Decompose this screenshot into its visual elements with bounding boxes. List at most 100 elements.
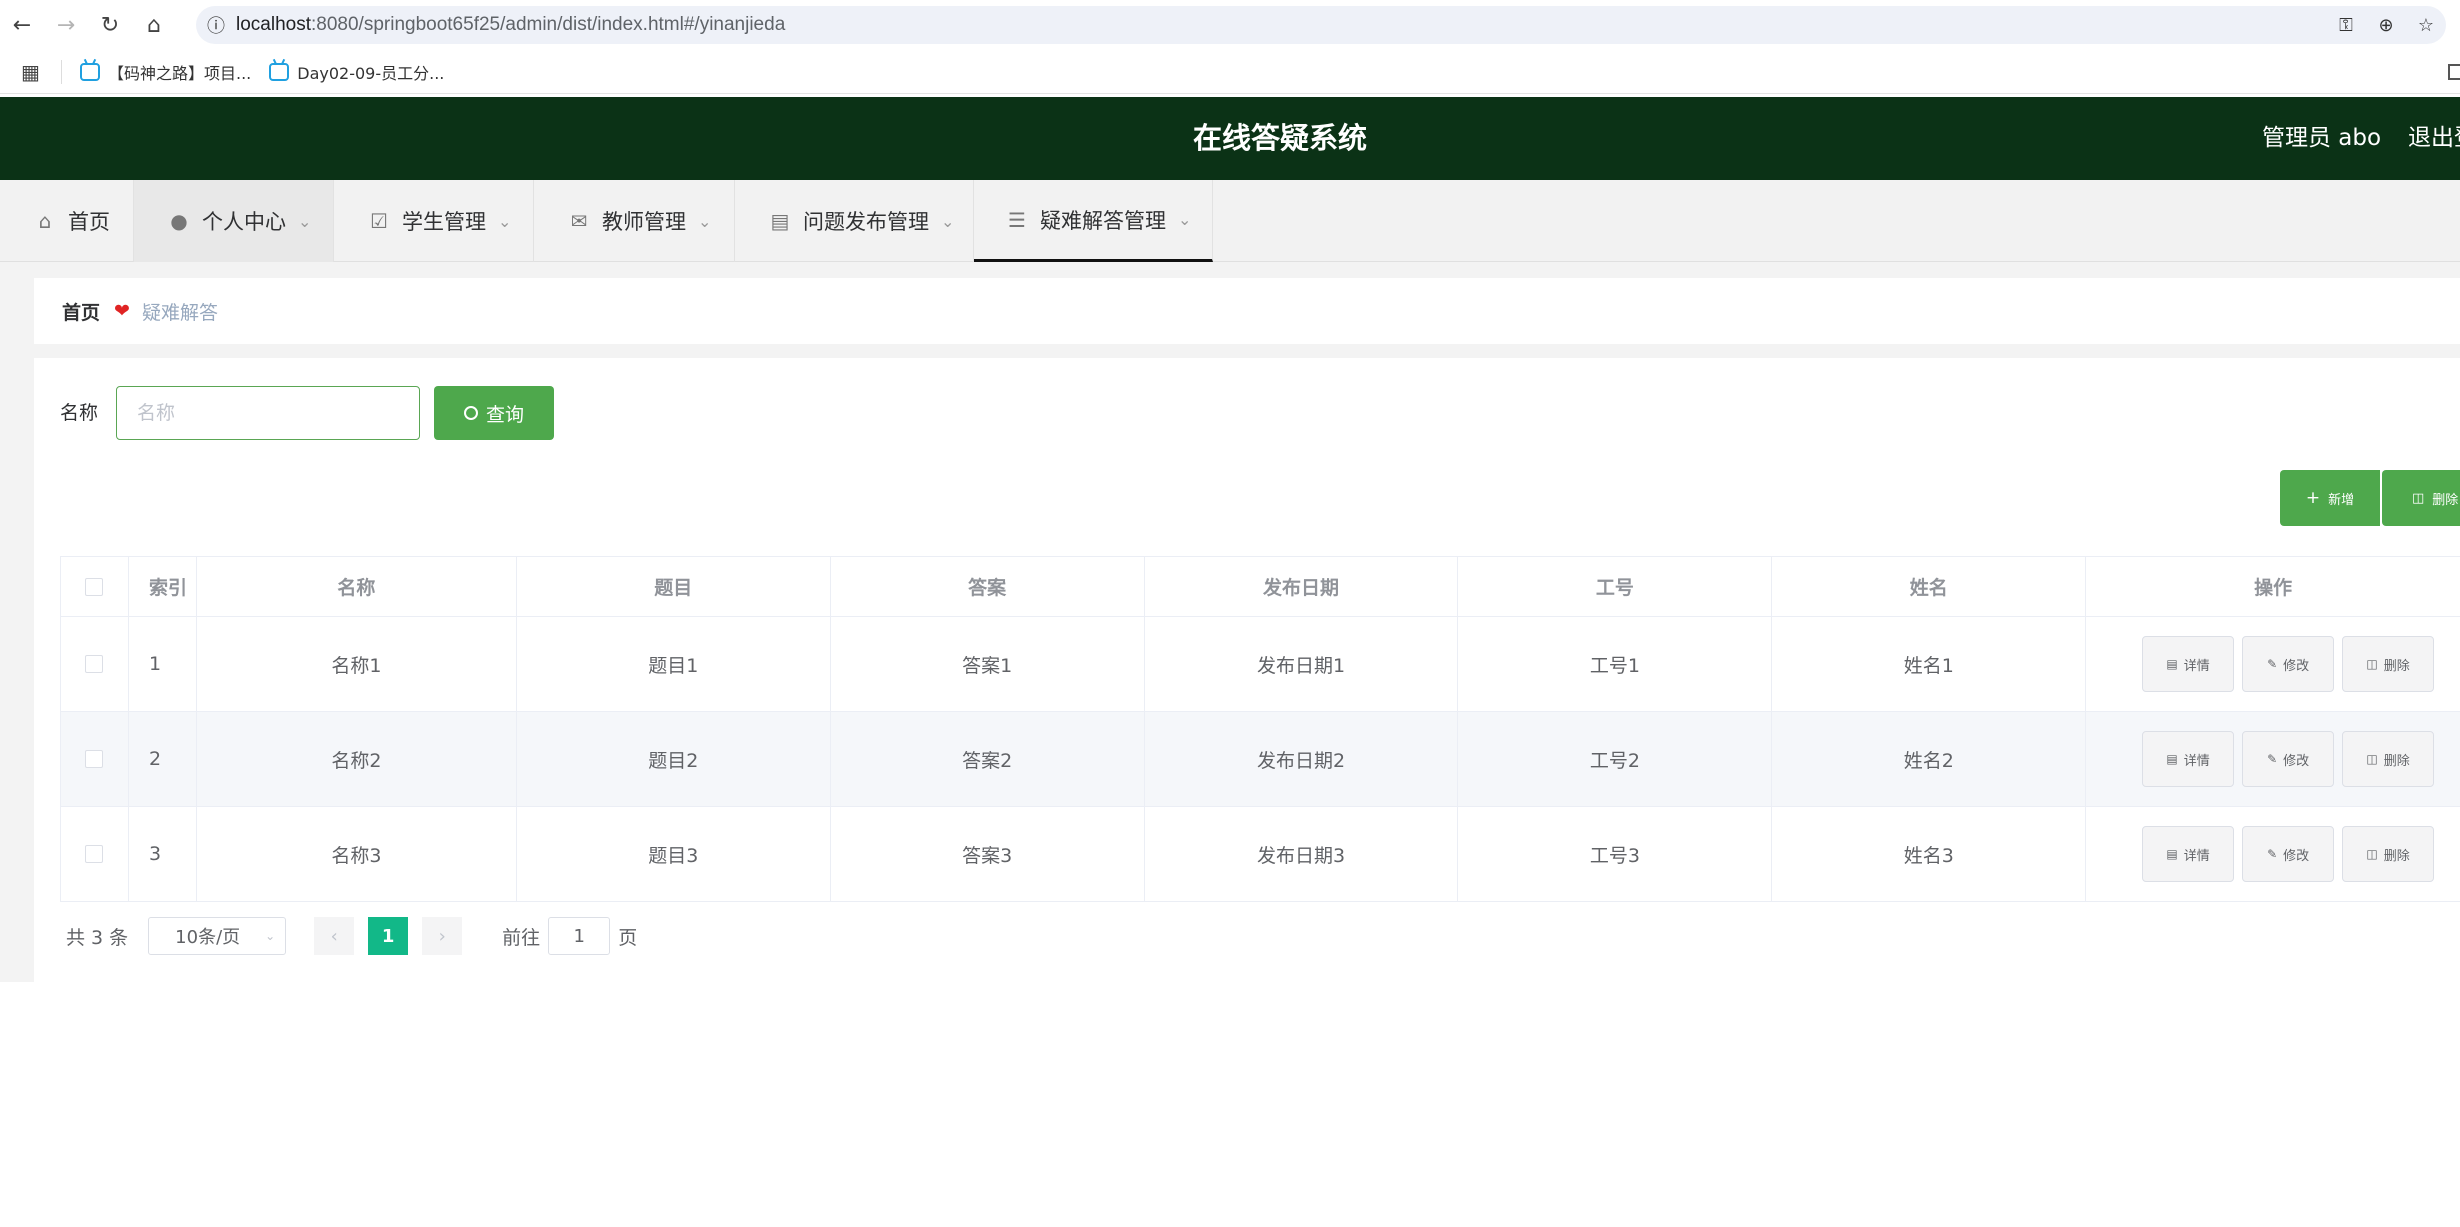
clipboard-icon: ☑ bbox=[370, 209, 388, 233]
edit-button[interactable]: ✎ 修改 bbox=[2242, 636, 2335, 692]
chevron-down-icon: ⌄ bbox=[298, 211, 312, 231]
cell-date: 发布日期3 bbox=[1145, 807, 1459, 901]
edit-button[interactable]: ✎ 修改 bbox=[2242, 731, 2335, 787]
menu-item-student-mgmt[interactable]: ☑ 学生管理 ⌄ bbox=[334, 180, 534, 262]
main-content: 名称 查询 + 新增 ◫ 删除 索引 名称 题目 答案 发布日期 工号 姓名 操… bbox=[34, 358, 2460, 984]
top-menu: ⌂ 首页 ● 个人中心 ⌄ ☑ 学生管理 ⌄ ✉ 教师管理 ⌄ ▤ 问题发布管理… bbox=[0, 180, 2460, 262]
bookmark-item[interactable]: 【码神之路】项目... bbox=[80, 60, 251, 84]
page-size-select[interactable]: 10条/页 ⌄ bbox=[148, 917, 287, 955]
column-header: 题目 bbox=[517, 557, 831, 616]
cell-question: 题目3 bbox=[517, 807, 831, 901]
select-all-checkbox[interactable] bbox=[85, 577, 104, 596]
column-header: 操作 bbox=[2254, 577, 2293, 599]
reload-icon[interactable]: ↻ bbox=[88, 0, 132, 50]
home-page-icon[interactable]: ⌂ bbox=[132, 0, 176, 50]
back-icon[interactable]: ← bbox=[0, 0, 44, 50]
row-checkbox[interactable] bbox=[85, 750, 104, 768]
all-bookmarks-folder-icon[interactable] bbox=[2448, 64, 2460, 80]
column-header: 索引 bbox=[129, 557, 197, 616]
column-header: 发布日期 bbox=[1145, 557, 1459, 616]
cell-name: 名称1 bbox=[197, 617, 517, 711]
zoom-icon[interactable]: ⊕ bbox=[2366, 15, 2406, 36]
column-header: 答案 bbox=[831, 557, 1145, 616]
batch-delete-button[interactable]: ◫ 删除 bbox=[2382, 470, 2460, 526]
search-input[interactable] bbox=[116, 386, 420, 440]
bookmarks-bar: ▦ 【码神之路】项目... Day02-09-员工分... bbox=[0, 50, 2460, 94]
document-icon: ▤ bbox=[2166, 657, 2178, 671]
plus-icon: + bbox=[2305, 488, 2321, 508]
cell-job-number: 工号2 bbox=[1458, 712, 1773, 806]
row-checkbox[interactable] bbox=[85, 845, 104, 863]
pencil-icon: ✎ bbox=[2267, 752, 2278, 766]
logout-button[interactable]: 退出登录 bbox=[2408, 97, 2460, 180]
next-page-button[interactable]: › bbox=[422, 917, 463, 955]
edit-button[interactable]: ✎ 修改 bbox=[2242, 826, 2335, 882]
delete-button[interactable]: ◫ 删除 bbox=[2342, 826, 2435, 882]
bookmark-item[interactable]: Day02-09-员工分... bbox=[269, 60, 444, 84]
address-bar[interactable]: ⓘ localhost:8080/springboot65f25/admin/d… bbox=[196, 6, 2446, 44]
column-header: 工号 bbox=[1458, 557, 1773, 616]
cell-job-number: 工号1 bbox=[1458, 617, 1773, 711]
app-title: 在线答疑系统 bbox=[1192, 121, 1367, 155]
breadcrumb-current: 疑难解答 bbox=[141, 301, 218, 324]
table-row: 1 名称1 题目1 答案1 发布日期1 工号1 姓名1 ▤ 详情 ✎ 修改 ◫ 删除 bbox=[61, 617, 2460, 712]
apps-grid-icon[interactable]: ▦ bbox=[0, 59, 62, 84]
total-count: 共 3 条 bbox=[66, 926, 129, 949]
goto-suffix: 页 bbox=[618, 926, 638, 949]
document-icon: ▤ bbox=[2166, 752, 2178, 766]
detail-button[interactable]: ▤ 详情 bbox=[2142, 731, 2235, 787]
menu-item-teacher-mgmt[interactable]: ✉ 教师管理 ⌄ bbox=[534, 180, 735, 262]
cell-person-name: 姓名2 bbox=[1772, 712, 2087, 806]
search-icon bbox=[463, 406, 478, 420]
detail-button[interactable]: ▤ 详情 bbox=[2142, 636, 2235, 692]
site-info-icon[interactable]: ⓘ bbox=[196, 12, 236, 38]
cell-index: 1 bbox=[129, 617, 197, 711]
menu-item-question-mgmt[interactable]: ▤ 问题发布管理 ⌄ bbox=[735, 180, 974, 262]
current-user: 管理员 abo bbox=[2262, 125, 2382, 151]
chevron-down-icon: ⌄ bbox=[265, 929, 276, 943]
cell-question: 题目2 bbox=[517, 712, 831, 806]
data-table: 索引 名称 题目 答案 发布日期 工号 姓名 操作 1 名称1 题目1 答案1 … bbox=[60, 556, 2460, 902]
chat-icon: ☰ bbox=[1008, 207, 1026, 232]
bilibili-icon bbox=[80, 62, 100, 81]
goto-label: 前往 bbox=[502, 926, 541, 949]
menu-item-personal-center[interactable]: ● 个人中心 ⌄ bbox=[134, 180, 334, 262]
trash-icon: ◫ bbox=[2412, 490, 2425, 506]
breadcrumb-home[interactable]: 首页 bbox=[62, 298, 100, 325]
add-button[interactable]: + 新增 bbox=[2280, 470, 2380, 526]
bookmark-star-icon[interactable]: ☆ bbox=[2406, 15, 2446, 36]
app-header: 在线答疑系统 管理员 abo 退出登录 bbox=[0, 97, 2460, 180]
cell-index: 2 bbox=[129, 712, 197, 806]
forward-icon[interactable]: → bbox=[44, 0, 88, 50]
cell-answer: 答案3 bbox=[831, 807, 1145, 901]
search-label: 名称 bbox=[60, 402, 99, 424]
row-checkbox[interactable] bbox=[85, 655, 104, 673]
mail-icon: ✉ bbox=[570, 209, 588, 233]
briefcase-icon: ▤ bbox=[770, 209, 790, 233]
page-number-current[interactable]: 1 bbox=[368, 917, 409, 955]
delete-button[interactable]: ◫ 删除 bbox=[2342, 636, 2435, 692]
browser-toolbar: ← → ↻ ⌂ ⓘ localhost:8080/springboot65f25… bbox=[0, 0, 2460, 50]
url-text[interactable]: localhost:8080/springboot65f25/admin/dis… bbox=[236, 14, 785, 36]
detail-button[interactable]: ▤ 详情 bbox=[2142, 826, 2235, 882]
cell-date: 发布日期1 bbox=[1145, 617, 1459, 711]
cell-answer: 答案2 bbox=[831, 712, 1145, 806]
menu-item-home[interactable]: ⌂ 首页 bbox=[0, 180, 134, 262]
cell-answer: 答案1 bbox=[831, 617, 1145, 711]
pencil-icon: ✎ bbox=[2267, 657, 2278, 671]
home-icon: ⌂ bbox=[38, 209, 52, 233]
user-icon: ● bbox=[170, 209, 188, 233]
menu-item-answer-mgmt[interactable]: ☰ 疑难解答管理 ⌄ bbox=[974, 180, 1213, 262]
cell-index: 3 bbox=[129, 807, 197, 901]
password-key-icon[interactable]: ⚿ bbox=[2326, 15, 2366, 36]
document-icon: ▤ bbox=[2166, 847, 2178, 861]
delete-button[interactable]: ◫ 删除 bbox=[2342, 731, 2435, 787]
pagination: 共 3 条 10条/页 ⌄ ‹ 1 › 前往 页 bbox=[60, 916, 637, 956]
prev-page-button[interactable]: ‹ bbox=[314, 917, 355, 955]
chevron-down-icon: ⌄ bbox=[1178, 210, 1192, 229]
search-button[interactable]: 查询 bbox=[434, 386, 554, 440]
chevron-down-icon: ⌄ bbox=[698, 211, 712, 231]
goto-page-input[interactable] bbox=[548, 917, 611, 955]
bilibili-icon bbox=[269, 62, 290, 81]
cell-name: 名称2 bbox=[197, 712, 517, 806]
